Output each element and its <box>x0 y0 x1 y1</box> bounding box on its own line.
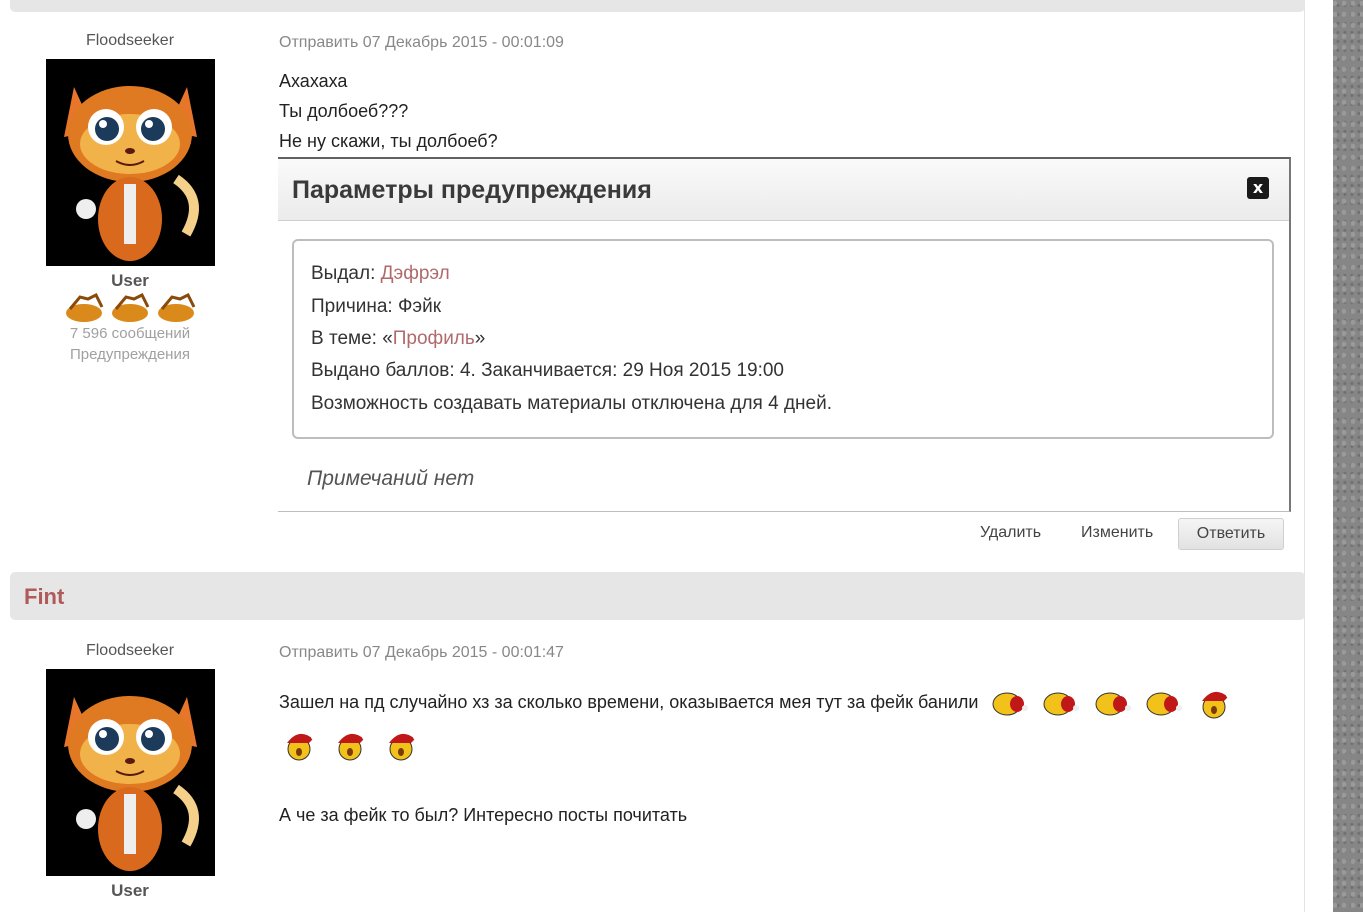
post-title-bar: Fint <box>10 572 1305 620</box>
delete-button[interactable]: Удалить <box>980 518 1041 548</box>
close-icon[interactable]: x <box>1247 177 1269 199</box>
post-text-line: А че за фейк то был? Интересно посты поч… <box>279 805 688 825</box>
author-name[interactable]: Floodseeker <box>30 32 230 50</box>
post-author-panel: Floodseeker User <box>30 642 230 901</box>
santa-smiley-icon <box>287 733 317 760</box>
warning-issued-by: Выдал: Дэфрэл <box>311 263 450 284</box>
edit-button[interactable]: Изменить <box>1081 518 1153 548</box>
author-avatar[interactable] <box>45 59 215 266</box>
warning-dialog-header: Параметры предупреждения x <box>278 159 1289 221</box>
warnings-link[interactable]: Предупреждения <box>30 344 230 365</box>
laughing-smiley-icon <box>1146 692 1182 716</box>
warning-topic: В теме: «Профиль» <box>311 328 486 349</box>
page-gutter <box>1304 0 1333 912</box>
post-text-line: Ахахаха <box>279 71 348 91</box>
warning-dialog: Параметры предупреждения x Выдал: Дэфрэл… <box>278 157 1291 512</box>
warning-reason: Причина: Фэйк <box>311 296 442 317</box>
warning-details-box: Выдал: Дэфрэл Причина: Фэйк В теме: «Про… <box>292 239 1274 439</box>
rank-hand-icon <box>158 293 196 322</box>
post-text-line: Зашел на пд случайно хз за сколько време… <box>279 682 1279 765</box>
rank-hand-icon <box>66 293 104 322</box>
moderator-link[interactable]: Дэфрэл <box>381 263 450 284</box>
warning-points: Выдано баллов: 4. Заканчивается: 29 Ноя … <box>311 360 784 381</box>
santa-smiley-icon <box>338 733 369 760</box>
previous-post-header-bar <box>10 0 1305 12</box>
santa-smiley-icon <box>389 733 420 760</box>
laughing-smiley-icon <box>1095 692 1131 716</box>
author-name[interactable]: Floodseeker <box>30 642 230 660</box>
post-title[interactable]: Fint <box>24 584 64 610</box>
post-date[interactable]: Отправить 07 Декабрь 2015 - 00:01:09 <box>279 34 564 52</box>
santa-smiley-icon <box>1201 692 1232 719</box>
topic-link[interactable]: Профиль <box>393 328 475 349</box>
posts-count: 7 596 сообщений <box>69 325 191 342</box>
post-author-panel: Floodseeker User 7 596 сообщений Предупр… <box>30 32 230 365</box>
post-date[interactable]: Отправить 07 Декабрь 2015 - 00:01:47 <box>279 644 564 662</box>
warning-dialog-title: Параметры предупреждения <box>292 176 652 204</box>
reply-button[interactable]: Ответить <box>1178 518 1284 550</box>
post-text-line: Не ну скажи, ты долбоеб? <box>279 131 498 151</box>
author-avatar[interactable] <box>45 669 215 876</box>
author-group: User <box>111 881 149 900</box>
warning-notes: Примечаний нет <box>307 467 475 490</box>
page-background-texture <box>1333 0 1363 912</box>
rank-hand-icon <box>112 293 150 322</box>
warning-restriction: Возможность создавать материалы отключен… <box>311 393 832 414</box>
rank-icons <box>30 293 230 323</box>
laughing-smiley-icon <box>1043 692 1080 716</box>
laughing-smiley-icon <box>992 692 1029 716</box>
author-group: User <box>111 271 149 290</box>
post-text-line: Ты долбоеб??? <box>279 101 409 121</box>
